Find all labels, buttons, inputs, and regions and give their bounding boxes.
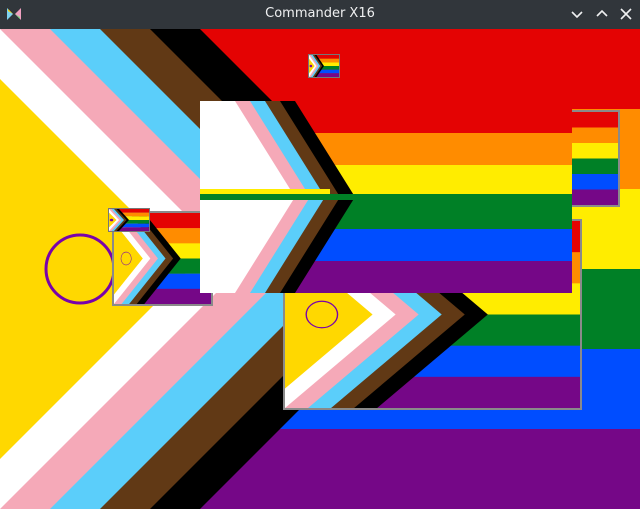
- close-icon[interactable]: [617, 5, 635, 23]
- x16-screen[interactable]: [0, 29, 640, 509]
- window-titlebar[interactable]: Commander X16: [0, 0, 640, 30]
- minimize-icon[interactable]: [568, 5, 586, 23]
- flag-sprite-left: [108, 208, 150, 232]
- flag-sprite-top: [308, 54, 340, 78]
- window-title: Commander X16: [265, 6, 375, 21]
- flag-window-center: [200, 101, 572, 293]
- maximize-icon[interactable]: [593, 5, 611, 23]
